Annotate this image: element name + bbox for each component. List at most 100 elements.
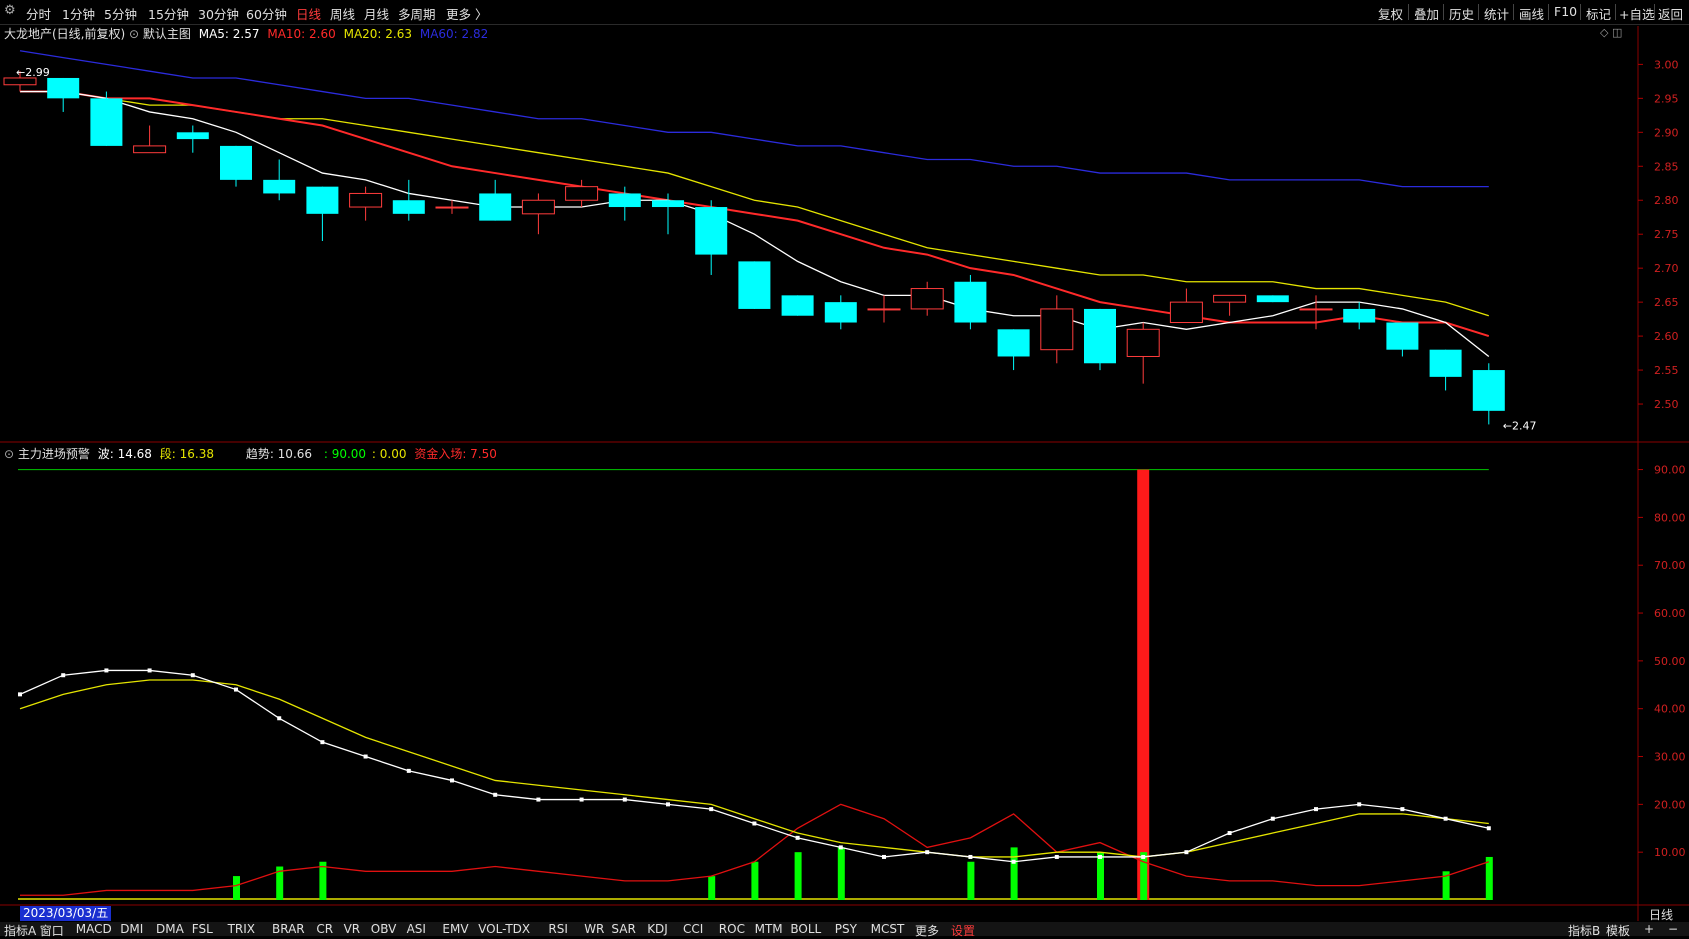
duan-line [19,679,1489,858]
candle-body-up [1126,328,1160,357]
bo-point [838,845,843,850]
indicator-tick-label: 30.00 [1654,751,1686,764]
candle-body-down [1472,370,1505,411]
indicator-tab[interactable]: CCI [683,922,703,936]
candle-body-down [954,281,987,323]
price-axis: 3.00 2.95 2.90 2.85 2.80 2.75 2.70 2.65 2.60 2.55… [1638,58,1686,859]
candle-body-up [910,288,944,310]
candle-body-up [1040,308,1074,351]
ma5-line [20,90,1490,357]
capital-bar [794,852,802,900]
bo-line [19,669,1489,863]
indicator-tab[interactable]: 指标A [4,922,36,939]
candle-body-down [608,193,641,208]
bo-point [61,673,66,678]
bo-point [1400,807,1405,812]
capital-bar [1097,852,1104,900]
indicator-tab[interactable]: OBV [371,922,397,936]
capital-bar [1485,856,1493,900]
template-tab[interactable]: 模板 [1606,922,1630,939]
bo-point [1357,802,1362,807]
bo-point [277,716,282,721]
price-tick-label: 2.95 [1654,92,1679,105]
indicator-tab[interactable]: BRAR [272,922,305,936]
bo-point [1141,854,1146,859]
candle-body-up [1299,308,1333,311]
indicator-tab[interactable]: ROC [719,922,745,936]
template-tab[interactable]: − [1668,922,1678,936]
indicator-tab[interactable]: ASI [407,922,426,936]
indicator-tab[interactable]: MTM [755,922,783,936]
indicator-tab[interactable]: KDJ [647,922,668,936]
indicator-tab[interactable]: MCST [871,922,905,936]
candle-body-up [435,206,469,209]
candle-body-up [867,308,901,311]
indicator-tab[interactable]: VOL-TDX [478,922,530,936]
capital-bar [708,876,716,900]
indicator-tab[interactable]: SAR [611,922,635,936]
indicator-tab[interactable]: BOLL [790,922,821,936]
candle-body-down [824,302,857,323]
cursor-date: 2023/03/03/五 [20,906,112,921]
bo-point [320,740,325,745]
indicator-tab[interactable]: VR [344,922,361,936]
high-label: ←2.99 [16,66,50,79]
capital-bar [967,861,975,900]
price-tick-label: 2.80 [1654,194,1679,207]
indicator-tab[interactable]: DMA [156,922,184,936]
candle-body-down [738,261,771,309]
candle-body-down [306,186,339,214]
bo-point [752,821,757,826]
capital-bar [1140,852,1148,900]
price-tick-label: 2.85 [1654,160,1679,173]
candle-body-down [652,200,684,208]
cursor-period: 日线 [1648,908,1673,922]
indicator-tab[interactable]: MACD [76,922,112,936]
bo-point [622,797,627,802]
bo-point [579,797,584,802]
bo-point [450,778,454,783]
candle-body-down [90,98,123,146]
price-tick-label: 2.60 [1654,330,1679,343]
candle-body-down [1084,308,1116,364]
price-chart: ←2.99 ←2.47 [3,50,1537,432]
bo-point [1270,816,1275,821]
price-tick-label: 2.50 [1654,398,1679,411]
candle-body-down [997,329,1030,357]
template-tab[interactable]: + [1644,922,1654,936]
candle-body-down [1386,322,1419,350]
indicator-tab[interactable]: RSI [548,922,568,936]
candle-body-down [781,295,814,316]
bo-point [1184,850,1189,855]
indicator-tick-label: 60.00 [1654,607,1686,620]
chart-frame [0,26,1689,921]
bo-point [1011,859,1016,864]
bo-point [493,792,498,797]
indicator-tab[interactable]: TRIX [228,922,255,936]
indicator-tabs: 指标A 窗口 MACD DMI DMA FSL TRIX BRAR CR VR OBV ASI EMV V… [0,922,1689,939]
indicator-tab[interactable]: 设置 [951,922,975,939]
candle-body-up [133,145,167,154]
indicator-tab[interactable]: 窗口 [40,922,64,939]
indicator-tab[interactable]: WR [584,922,604,936]
bo-point [536,797,541,802]
low-label: ←2.47 [1503,419,1537,432]
template-tab[interactable]: 指标B [1568,922,1600,939]
candle-body-down [695,207,728,255]
bo-point [666,802,670,807]
candle-body-down [263,179,296,194]
indicator-tab[interactable]: CR [316,922,333,936]
candle-body-down [1429,349,1462,377]
indicator-tab[interactable]: FSL [192,922,213,936]
candle-body-up [349,192,383,208]
indicator-tab[interactable]: 更多 [915,922,939,939]
capital-bar [233,876,240,900]
indicator-tab[interactable]: PSY [835,922,857,936]
indicator-chart [18,469,1493,900]
candle-body-down [220,145,252,180]
indicator-tab[interactable]: DMI [120,922,143,936]
price-tick-label: 2.55 [1654,364,1679,377]
indicator-tab[interactable]: EMV [442,922,468,936]
candle-body-down [392,200,425,214]
chart-canvas[interactable]: ←2.99 ←2.47 3.00 2.95 2.90 2.85 2.80 2.75 2.70 2… [0,0,1689,936]
